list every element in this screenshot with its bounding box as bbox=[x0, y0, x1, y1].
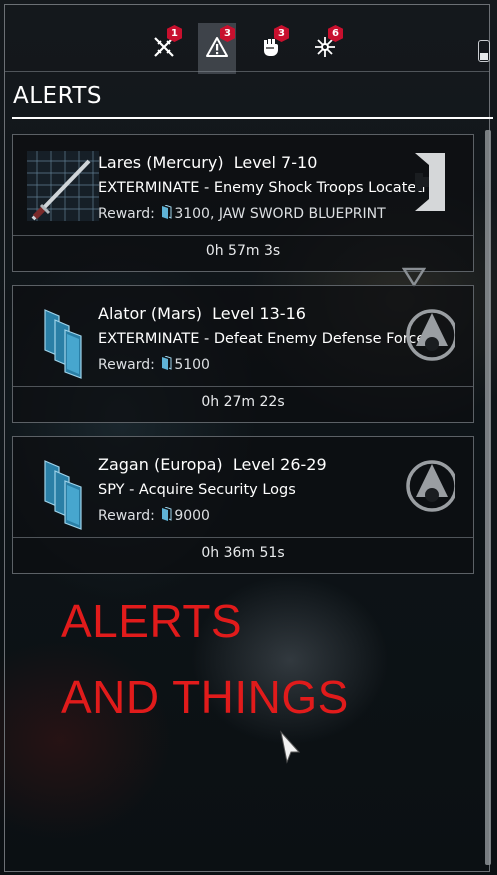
alert-timer: 0h 27m 22s bbox=[201, 394, 285, 410]
alert-level: Level 26-29 bbox=[232, 455, 327, 474]
overlay-text-line2: AND THINGS bbox=[61, 671, 349, 723]
cursor-icon bbox=[280, 730, 301, 764]
scrollbar[interactable] bbox=[485, 130, 491, 865]
alert-card[interactable]: Alator (Mars) Level 13-16 EXTERMINATE - … bbox=[12, 285, 474, 423]
card-divider bbox=[13, 386, 473, 387]
alert-level: Level 7-10 bbox=[233, 153, 318, 172]
corpus-icon bbox=[406, 309, 455, 361]
card-divider bbox=[13, 537, 473, 538]
alert-location: Lares (Mercury) bbox=[98, 153, 224, 172]
credits-cards-icon bbox=[23, 449, 103, 533]
alert-reward: Reward: 3100, JAW SWORD BLUEPRINT bbox=[98, 205, 386, 222]
reward-label: Reward: bbox=[98, 508, 155, 524]
overlay-text-line1: ALERTS bbox=[61, 595, 243, 647]
grineer-icon bbox=[415, 153, 445, 211]
title-divider bbox=[12, 117, 493, 119]
reward-value: 9000 bbox=[174, 508, 210, 524]
reward-value: 3100, JAW SWORD BLUEPRINT bbox=[174, 206, 386, 222]
alert-level: Level 13-16 bbox=[212, 304, 306, 323]
page-title: ALERTS bbox=[13, 83, 103, 109]
tab-syndicates[interactable]: 3 bbox=[252, 20, 290, 72]
tab-sorties[interactable]: 6 bbox=[306, 20, 344, 72]
reward-value: 5100 bbox=[174, 357, 210, 373]
tab-bar: 1 3 3 6 bbox=[5, 5, 490, 74]
alert-timer: 0h 57m 3s bbox=[205, 243, 281, 259]
alert-location: Zagan (Europa) bbox=[98, 455, 223, 474]
minimize-button[interactable] bbox=[478, 40, 490, 62]
credits-icon bbox=[162, 205, 172, 219]
alert-timer: 0h 36m 51s bbox=[201, 545, 285, 561]
alert-reward: Reward: 5100 bbox=[98, 356, 210, 373]
reward-label: Reward: bbox=[98, 357, 155, 373]
credits-cards-icon bbox=[23, 298, 103, 382]
alert-location: Alator (Mars) bbox=[98, 304, 202, 323]
blueprint-sword-icon bbox=[23, 147, 103, 231]
expand-arrow-icon[interactable] bbox=[402, 267, 426, 287]
alert-mission: EXTERMINATE - Defeat Enemy Defense Force… bbox=[98, 331, 433, 347]
corpus-icon bbox=[406, 460, 455, 512]
reward-label: Reward: bbox=[98, 206, 155, 222]
alert-location-line: Alator (Mars) Level 13-16 bbox=[98, 304, 306, 323]
alert-reward: Reward: 9000 bbox=[98, 507, 210, 524]
alert-mission: EXTERMINATE - Enemy Shock Troops Located bbox=[98, 180, 426, 196]
scrollbar-thumb[interactable] bbox=[485, 130, 491, 865]
alert-card[interactable]: Zagan (Europa) Level 26-29 SPY - Acquire… bbox=[12, 436, 474, 574]
alert-card[interactable]: Lares (Mercury) Level 7-10 EXTERMINATE -… bbox=[12, 134, 474, 272]
tab-alerts[interactable]: 3 bbox=[198, 23, 236, 74]
tab-invasions[interactable]: 1 bbox=[145, 20, 183, 72]
credits-icon bbox=[162, 507, 172, 521]
alert-location-line: Zagan (Europa) Level 26-29 bbox=[98, 455, 327, 474]
alert-mission: SPY - Acquire Security Logs bbox=[98, 482, 296, 498]
credits-icon bbox=[162, 356, 172, 370]
alert-location-line: Lares (Mercury) Level 7-10 bbox=[98, 153, 317, 172]
card-divider bbox=[13, 235, 473, 236]
